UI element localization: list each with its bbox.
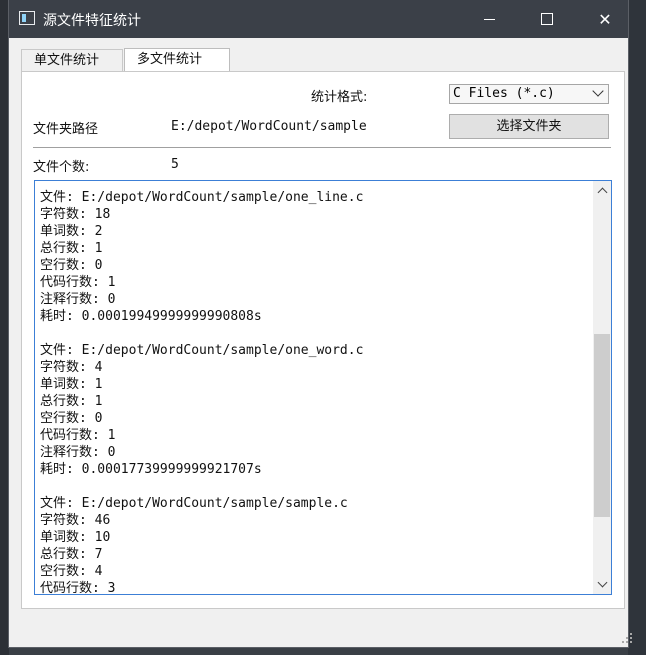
results-text-area[interactable]: 文件: E:/depot/WordCount/sample/one_line.c… bbox=[34, 180, 612, 595]
minimize-button[interactable] bbox=[466, 0, 512, 38]
desktop-background-right bbox=[628, 0, 646, 655]
vertical-scrollbar[interactable] bbox=[593, 181, 611, 594]
close-button[interactable]: ✕ bbox=[582, 0, 628, 38]
results-text: 文件: E:/depot/WordCount/sample/one_line.c… bbox=[40, 190, 364, 595]
scroll-up-icon[interactable] bbox=[593, 181, 611, 199]
scroll-down-icon[interactable] bbox=[593, 576, 611, 594]
folder-path-value: E:/depot/WordCount/sample bbox=[171, 119, 367, 134]
window-title: 源文件特征统计 bbox=[43, 13, 141, 29]
format-selected-value: C Files (*.c) bbox=[453, 86, 555, 101]
file-count-value: 5 bbox=[171, 157, 179, 172]
folder-path-label: 文件夹路径 bbox=[33, 122, 99, 137]
chevron-down-icon bbox=[592, 85, 604, 97]
divider bbox=[33, 147, 611, 148]
file-count-label: 文件个数: bbox=[33, 160, 90, 175]
close-icon: ✕ bbox=[598, 9, 612, 29]
app-window: 源文件特征统计 ✕ 单文件统计 多文件统计 统计格式: C Files (*.c… bbox=[9, 0, 632, 647]
resize-grip-icon[interactable] bbox=[621, 632, 633, 644]
select-folder-button[interactable]: 选择文件夹 bbox=[449, 114, 609, 139]
format-select[interactable]: C Files (*.c) bbox=[449, 84, 609, 104]
app-window-icon bbox=[19, 11, 35, 25]
scrollbar-thumb[interactable] bbox=[594, 334, 610, 517]
tab-multi-file[interactable]: 多文件统计 bbox=[124, 48, 230, 73]
maximize-icon bbox=[541, 13, 553, 25]
title-bar[interactable]: 源文件特征统计 ✕ bbox=[9, 0, 628, 38]
tab-single-file[interactable]: 单文件统计 bbox=[21, 49, 123, 72]
desktop-background-left bbox=[0, 0, 9, 655]
maximize-button[interactable] bbox=[524, 0, 570, 38]
tab-panel-multi-file: 统计格式: C Files (*.c) 文件夹路径 E:/depot/WordC… bbox=[21, 71, 625, 609]
minimize-icon bbox=[483, 18, 495, 20]
format-label: 统计格式: bbox=[311, 90, 368, 105]
